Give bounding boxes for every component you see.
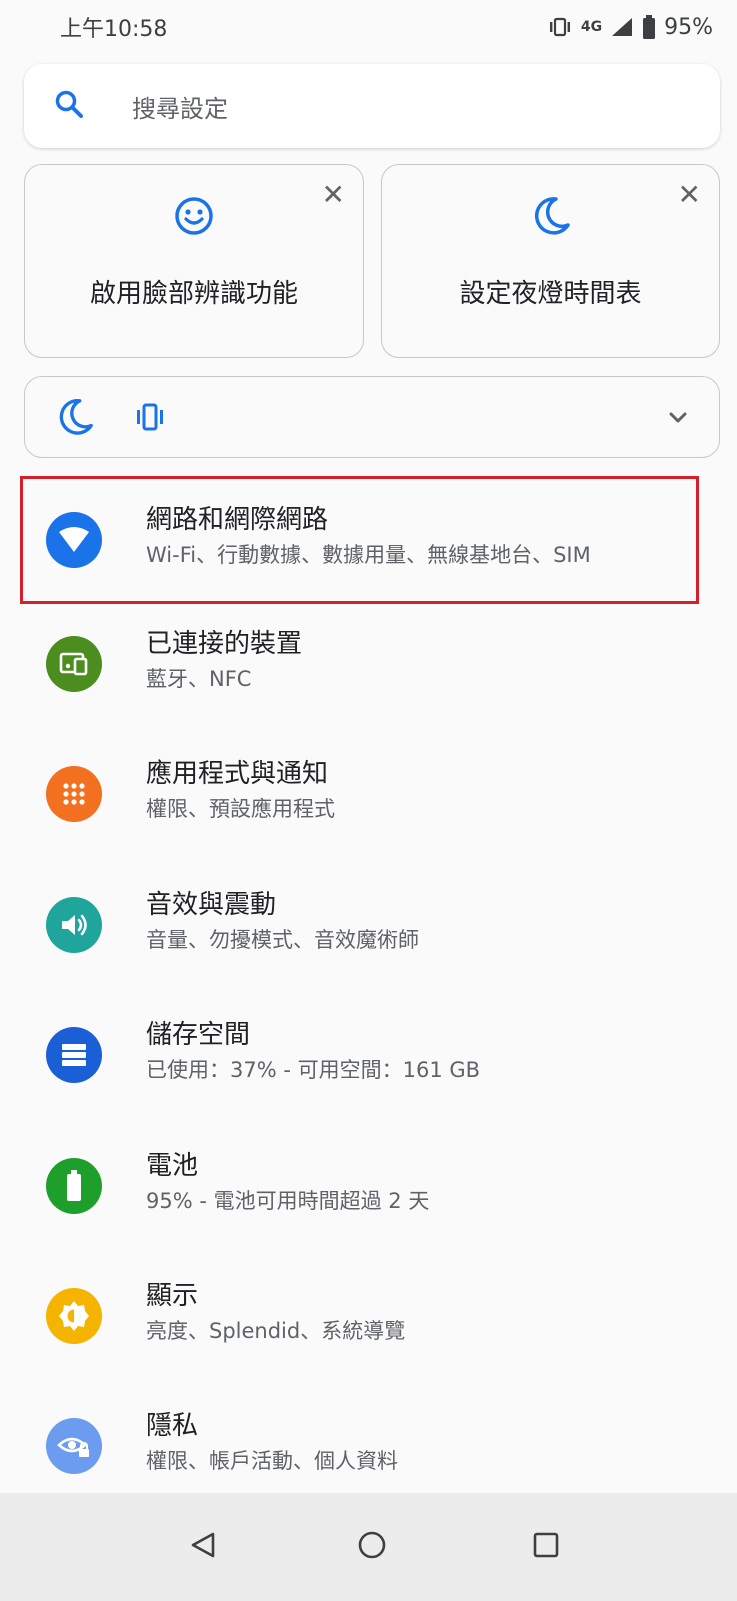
settings-item-title: 網路和網際網路 (146, 505, 329, 535)
settings-item-subtitle: Wi-Fi、行動數據、數據用量、無線基地台、SIM (146, 543, 591, 567)
suggestion-card-face-unlock[interactable]: ✕ 啟用臉部辨識功能 (24, 164, 364, 358)
battery-status-icon (642, 15, 656, 39)
network-type-label: 4G (580, 19, 603, 35)
privacy-eye-icon (46, 1418, 102, 1474)
settings-item-battery[interactable]: 電池 95% - 電池可用時間超過 2 天 (0, 1131, 737, 1241)
settings-item-subtitle: 權限、帳戶活動、個人資料 (146, 1449, 398, 1473)
back-icon[interactable] (188, 1530, 218, 1564)
devices-icon (46, 636, 102, 692)
search-placeholder: 搜尋設定 (132, 94, 228, 123)
close-icon[interactable]: ✕ (322, 181, 345, 209)
smiley-face-icon (173, 195, 215, 241)
settings-item-subtitle: 藍牙、NFC (146, 667, 252, 691)
volume-icon (46, 897, 102, 953)
settings-item-subtitle: 95% - 電池可用時間超過 2 天 (146, 1189, 430, 1213)
brightness-icon (46, 1288, 102, 1344)
settings-item-apps-notifications[interactable]: 應用程式與通知 權限、預設應用程式 (0, 739, 737, 849)
storage-icon (46, 1027, 102, 1083)
close-icon[interactable]: ✕ (678, 181, 701, 209)
navigation-bar (0, 1493, 737, 1601)
apps-grid-icon (46, 766, 102, 822)
settings-item-title: 電池 (146, 1151, 199, 1181)
settings-item-subtitle: 已使用：37% - 可用空間：161 GB (146, 1058, 481, 1082)
settings-item-subtitle: 亮度、Splendid、系統導覽 (146, 1319, 406, 1343)
settings-item-network[interactable]: 網路和網際網路 Wi-Fi、行動數據、數據用量、無線基地台、SIM (0, 485, 737, 595)
settings-item-subtitle: 權限、預設應用程式 (146, 797, 335, 821)
status-bar: 上午10:58 4G 95% (0, 0, 737, 54)
status-icons: 4G 95% (547, 15, 713, 40)
recents-icon[interactable] (532, 1531, 560, 1563)
battery-percent: 95% (664, 14, 713, 40)
wifi-icon (46, 512, 102, 568)
settings-item-connected-devices[interactable]: 已連接的裝置 藍牙、NFC (0, 609, 737, 719)
vibrate-icon (133, 401, 167, 437)
settings-item-storage[interactable]: 儲存空間 已使用：37% - 可用空間：161 GB (0, 1000, 737, 1110)
settings-item-subtitle: 音量、勿擾模式、音效魔術師 (146, 928, 419, 952)
suggestion-card-night-light[interactable]: ✕ 設定夜燈時間表 (381, 164, 720, 358)
settings-item-title: 音效與震動 (146, 890, 277, 920)
status-time: 上午10:58 (60, 17, 168, 42)
signal-icon (610, 16, 634, 38)
suggestion-label: 啟用臉部辨識功能 (89, 279, 298, 309)
conditions-bar[interactable] (24, 376, 720, 458)
search-icon (54, 89, 84, 123)
home-icon[interactable] (357, 1530, 387, 1564)
settings-item-title: 儲存空間 (146, 1020, 251, 1050)
chevron-down-icon[interactable] (667, 407, 689, 433)
vibrate-status-icon (547, 16, 573, 38)
night-mode-icon (55, 397, 95, 441)
settings-item-display[interactable]: 顯示 亮度、Splendid、系統導覽 (0, 1261, 737, 1371)
moon-icon (530, 195, 572, 241)
settings-item-title: 已連接的裝置 (146, 629, 303, 659)
settings-item-privacy[interactable]: 隱私 權限、帳戶活動、個人資料 (0, 1391, 737, 1501)
suggestion-label: 設定夜燈時間表 (459, 279, 642, 309)
settings-item-title: 隱私 (146, 1411, 199, 1441)
settings-item-title: 應用程式與通知 (146, 759, 329, 789)
search-bar[interactable]: 搜尋設定 (24, 64, 720, 148)
settings-item-title: 顯示 (146, 1281, 199, 1311)
settings-item-sound[interactable]: 音效與震動 音量、勿擾模式、音效魔術師 (0, 870, 737, 980)
battery-icon (46, 1158, 102, 1214)
